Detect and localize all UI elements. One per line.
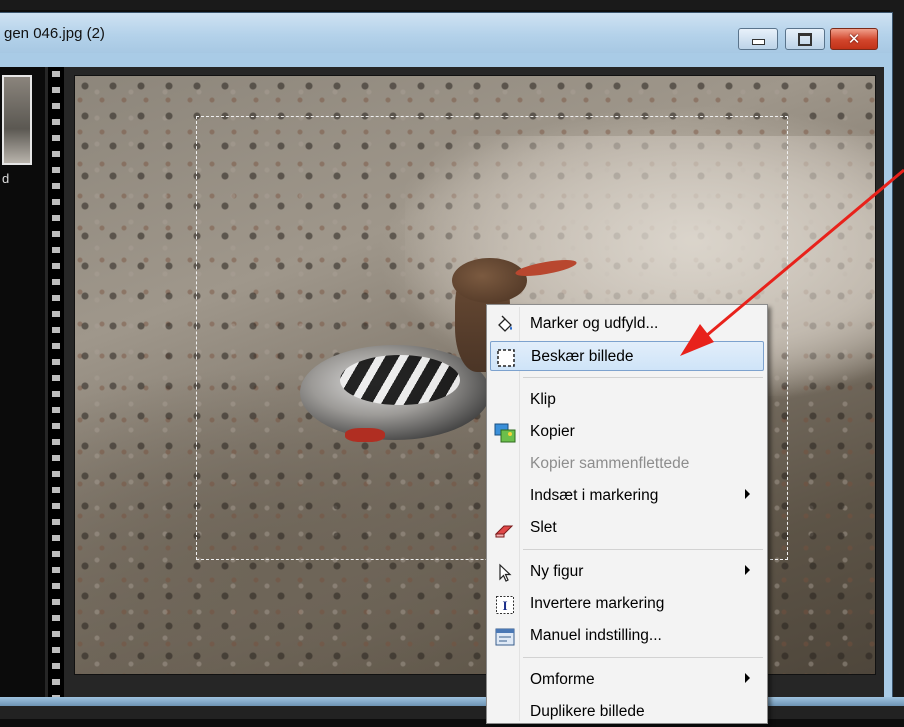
thumbnail-panel: d bbox=[0, 67, 45, 697]
menu-item-label: Duplikere billede bbox=[530, 703, 645, 720]
window-title: gen 046.jpg (2) bbox=[4, 25, 105, 42]
menu-item-invertere-markering[interactable]: I Invertere markering bbox=[490, 589, 764, 619]
menu-item-label: Beskær billede bbox=[531, 348, 634, 365]
menu-item-label: Kopier sammenflettede bbox=[530, 455, 690, 472]
menu-item-indsaet-i-markering[interactable]: Indsæt i markering bbox=[490, 481, 764, 511]
taskbar-edge bbox=[0, 697, 904, 719]
thumbnail-image[interactable] bbox=[2, 75, 32, 165]
minimize-button[interactable] bbox=[738, 28, 778, 50]
minimize-icon bbox=[751, 39, 765, 45]
menu-item-label: Slet bbox=[530, 519, 557, 536]
submenu-arrow-icon bbox=[745, 565, 750, 575]
submenu-arrow-icon bbox=[745, 489, 750, 499]
invert-selection-icon: I bbox=[494, 594, 516, 616]
copy-image-icon bbox=[494, 422, 516, 444]
maximize-icon bbox=[798, 32, 812, 46]
menu-separator bbox=[523, 657, 763, 658]
menu-item-slet[interactable]: Slet bbox=[490, 513, 764, 543]
menu-item-duplikere-billede[interactable]: Duplikere billede bbox=[490, 697, 764, 727]
eraser-icon bbox=[494, 518, 516, 540]
menu-item-label: Invertere markering bbox=[530, 595, 665, 612]
crop-icon bbox=[495, 347, 517, 369]
menu-separator bbox=[523, 377, 763, 378]
menu-item-label: Manuel indstilling... bbox=[530, 627, 662, 644]
title-bar[interactable]: gen 046.jpg (2) ✕ bbox=[0, 13, 892, 53]
manual-settings-icon bbox=[494, 626, 516, 648]
maximize-button[interactable] bbox=[785, 28, 825, 50]
menu-item-beskaer-billede[interactable]: Beskær billede bbox=[490, 341, 764, 371]
menu-item-manuel-indstilling[interactable]: Manuel indstilling... bbox=[490, 621, 764, 651]
close-icon: ✕ bbox=[847, 30, 861, 48]
menu-item-kopier-sammenflettede[interactable]: Kopier sammenflettede bbox=[490, 449, 764, 479]
filmstrip-border bbox=[48, 67, 64, 697]
screen-top-edge bbox=[0, 0, 904, 10]
menu-item-marker-og-udfyld[interactable]: Marker og udfyld... bbox=[490, 309, 764, 339]
menu-item-label: Ny figur bbox=[530, 563, 584, 580]
menu-item-ny-figur[interactable]: Ny figur bbox=[490, 557, 764, 587]
thumbnail-label: d bbox=[2, 171, 10, 186]
svg-text:I: I bbox=[502, 598, 507, 613]
menu-item-label: Marker og udfyld... bbox=[530, 315, 659, 332]
menu-item-label: Kopier bbox=[530, 423, 575, 440]
menu-item-kopier[interactable]: Kopier bbox=[490, 417, 764, 447]
submenu-arrow-icon bbox=[745, 673, 750, 683]
menu-item-klip[interactable]: Klip bbox=[490, 385, 764, 415]
menu-item-label: Indsæt i markering bbox=[530, 487, 659, 504]
close-button[interactable]: ✕ bbox=[830, 28, 878, 50]
menu-separator bbox=[523, 549, 763, 550]
context-menu: Marker og udfyld... Beskær billede Klip … bbox=[486, 304, 768, 724]
menu-item-label: Omforme bbox=[530, 671, 595, 688]
menu-item-omforme[interactable]: Omforme bbox=[490, 665, 764, 695]
menu-item-label: Klip bbox=[530, 391, 556, 408]
paint-bucket-icon bbox=[494, 314, 516, 336]
pointer-icon bbox=[494, 562, 516, 584]
